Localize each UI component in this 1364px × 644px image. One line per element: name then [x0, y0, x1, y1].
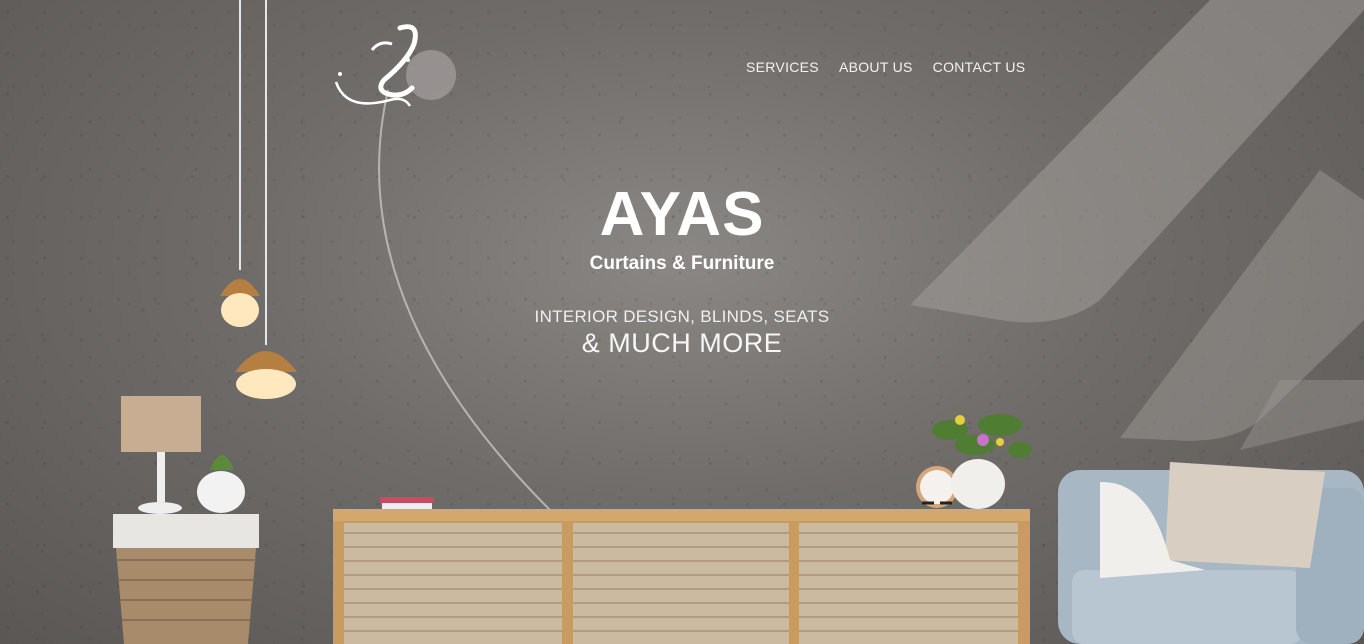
- tagline-line-2: & MUCH MORE: [581, 328, 783, 358]
- ayas-logo-icon[interactable]: [332, 22, 462, 112]
- tagline-line-1: INTERIOR DESIGN, BLINDS, SEATS: [534, 307, 830, 326]
- nav-about-us-link[interactable]: ABOUT US: [839, 59, 913, 75]
- nav-services-link[interactable]: SERVICES: [746, 59, 819, 75]
- brand-subtitle: Curtains & Furniture: [589, 253, 775, 274]
- hero-section: SERVICES ABOUT US CONTACT US AYAS Curtai…: [0, 0, 1364, 644]
- logo-mark: [334, 24, 456, 107]
- nav-contact-us-link[interactable]: CONTACT US: [933, 59, 1026, 75]
- brand-title: AYAS: [599, 180, 765, 249]
- hero-headline: AYAS Curtains & Furniture INTERIOR DESIG…: [0, 180, 1364, 358]
- main-nav: SERVICES ABOUT US CONTACT US: [746, 59, 1025, 75]
